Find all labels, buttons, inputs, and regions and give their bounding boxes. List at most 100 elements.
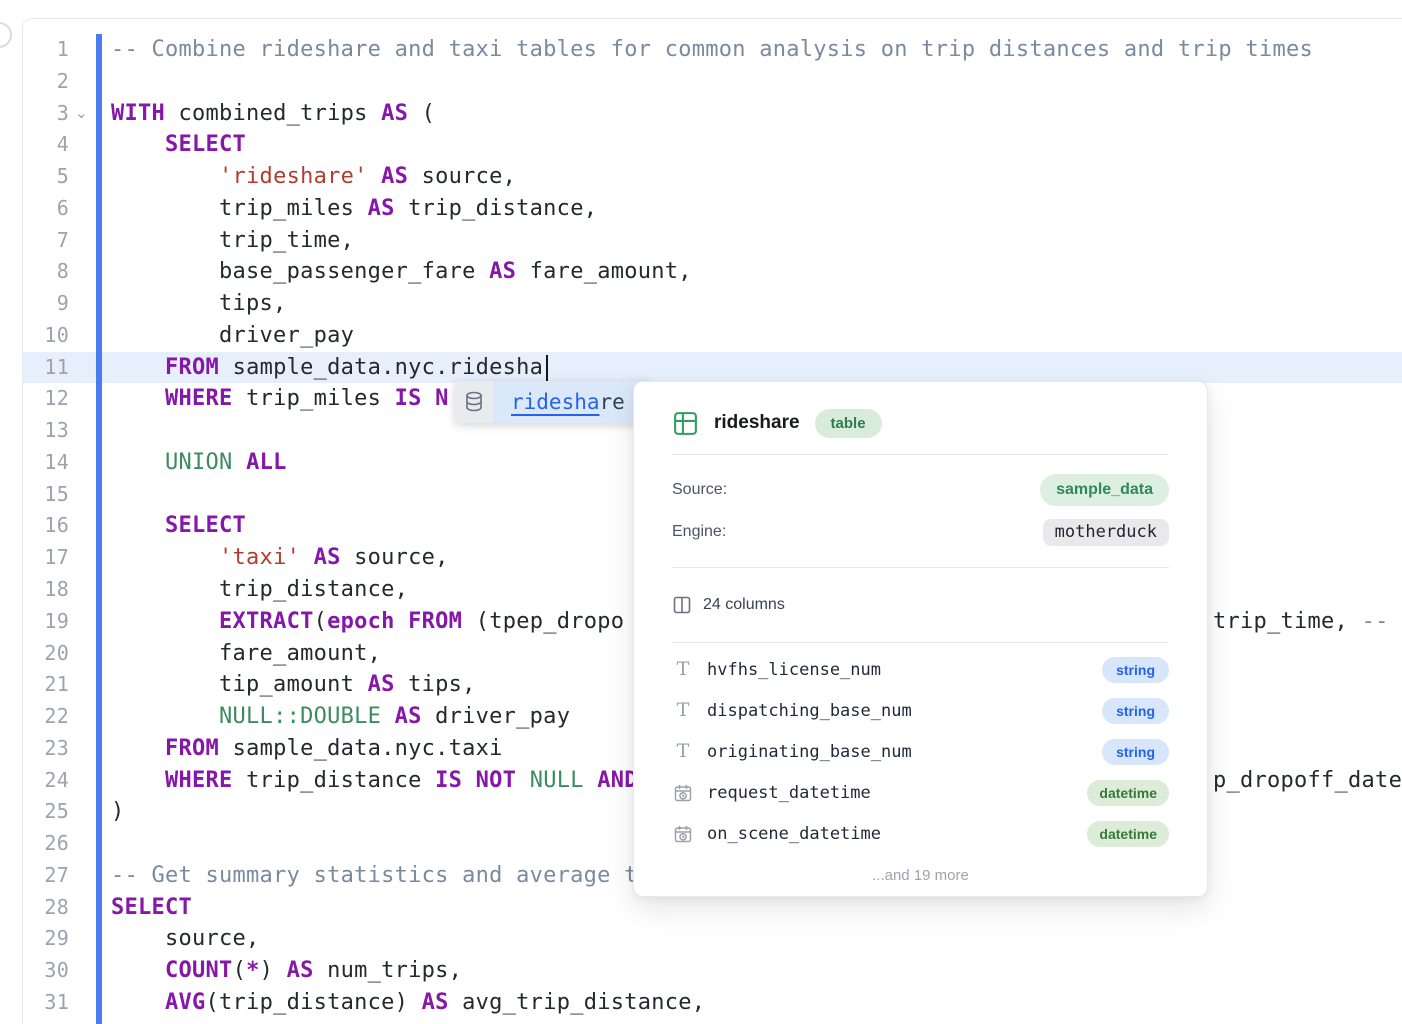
table-type-badge: table <box>815 409 882 438</box>
source-row: Source: sample_data <box>672 469 1169 511</box>
string-type-icon: T <box>672 701 694 720</box>
autocomplete-match-text: ridesha <box>511 390 600 414</box>
line-number[interactable]: 18 <box>23 574 69 606</box>
column-name: hvfhs_license_num <box>707 660 881 680</box>
line-number[interactable]: 32 <box>23 1019 69 1024</box>
line-number[interactable]: 11 <box>23 352 69 384</box>
divider <box>672 454 1169 455</box>
line-number[interactable]: 5 <box>23 161 69 193</box>
column-type-badge: string <box>1102 739 1169 765</box>
code-line[interactable]: 4 SELECT <box>23 129 1402 161</box>
line-number[interactable]: 8 <box>23 256 69 288</box>
code-line[interactable]: 8 base_passenger_fare AS fare_amount, <box>23 256 1402 288</box>
code-line[interactable]: 32 AVG(trip_time) AS avg_trip_time, <box>23 1019 1402 1024</box>
line-number[interactable]: 6 <box>23 193 69 225</box>
column-row: on_scene_datetimedatetime <box>672 813 1169 854</box>
fold-chevron-icon[interactable]: ⌄ <box>75 98 88 130</box>
line-number[interactable]: 16 <box>23 510 69 542</box>
code-line[interactable]: 29 source, <box>23 923 1402 955</box>
line-number[interactable]: 1 <box>23 34 69 66</box>
code-line[interactable]: 5 'rideshare' AS source, <box>23 161 1402 193</box>
string-type-icon: T <box>672 742 694 761</box>
code-text: AVG(trip_distance) AS avg_trip_distance, <box>69 987 705 1019</box>
popup-table-name: rideshare <box>714 412 800 434</box>
columns-icon <box>672 595 692 615</box>
collapsed-panel-handle[interactable] <box>0 22 12 48</box>
source-label: Source: <box>672 481 727 499</box>
more-columns-text: ...and 19 more <box>672 867 1169 884</box>
column-row: request_datetimedatetime <box>672 772 1169 813</box>
code-line[interactable]: 30 COUNT(*) AS num_trips, <box>23 955 1402 987</box>
autocomplete-item-rideshare[interactable]: rideshare <box>493 381 651 423</box>
code-line[interactable]: 3⌄WITH combined_trips AS ( <box>23 98 1402 130</box>
string-type-icon: T <box>672 660 694 679</box>
code-text-continuation: trip_time, -- <box>1213 606 1389 638</box>
line-number[interactable]: 22 <box>23 701 69 733</box>
code-line[interactable]: 10 driver_pay <box>23 320 1402 352</box>
line-number[interactable]: 7 <box>23 225 69 257</box>
autocomplete-dropdown: rideshare <box>455 381 651 423</box>
code-text: FROM sample_data.nyc.taxi <box>69 733 503 765</box>
line-number[interactable]: 28 <box>23 892 69 924</box>
line-number[interactable]: 20 <box>23 638 69 670</box>
line-number[interactable]: 12 <box>23 383 69 415</box>
code-text-continuation: p_dropoff_datet <box>1213 765 1402 797</box>
line-number[interactable]: 24 <box>23 765 69 797</box>
line-number[interactable]: 21 <box>23 669 69 701</box>
line-number[interactable]: 30 <box>23 955 69 987</box>
code-line[interactable]: 1-- Combine rideshare and taxi tables fo… <box>23 34 1402 66</box>
code-text: trip_distance, <box>69 574 408 606</box>
code-text: NULL::DOUBLE AS driver_pay <box>69 701 570 733</box>
line-number[interactable]: 15 <box>23 479 69 511</box>
code-line[interactable]: 2 <box>23 66 1402 98</box>
column-type-badge: datetime <box>1087 821 1169 847</box>
line-number[interactable]: 9 <box>23 288 69 320</box>
line-number[interactable]: 31 <box>23 987 69 1019</box>
line-number[interactable]: 2 <box>23 66 69 98</box>
line-number[interactable]: 29 <box>23 923 69 955</box>
code-text: fare_amount, <box>69 638 381 670</box>
code-text: tip_amount AS tips, <box>69 669 476 701</box>
columns-count-text: 24 columns <box>703 596 785 614</box>
code-line[interactable]: 11 FROM sample_data.nyc.ridesha <box>23 352 1402 384</box>
column-name: dispatching_base_num <box>707 701 912 721</box>
engine-badge: motherduck <box>1043 519 1169 546</box>
code-text: EXTRACT(epoch FROM (tpep_dropo <box>69 606 624 638</box>
code-text: -- Combine rideshare and taxi tables for… <box>69 34 1313 66</box>
column-type-badge: string <box>1102 698 1169 724</box>
code-text: -- Get summary statistics and average t <box>69 860 638 892</box>
line-number[interactable]: 10 <box>23 320 69 352</box>
code-line[interactable]: 9 tips, <box>23 288 1402 320</box>
text-cursor <box>546 355 548 381</box>
line-number[interactable]: 3 <box>23 98 69 130</box>
column-row: Toriginating_base_num string <box>672 731 1169 772</box>
column-type-badge: string <box>1102 657 1169 683</box>
table-info-popup: rideshare table Source: sample_data Engi… <box>633 381 1208 897</box>
column-list: Thvfhs_license_numstringTdispatching_bas… <box>672 649 1169 854</box>
line-number[interactable]: 13 <box>23 415 69 447</box>
code-text: WITH combined_trips AS ( <box>69 98 435 130</box>
column-row: Thvfhs_license_num string <box>672 649 1169 690</box>
line-number[interactable]: 23 <box>23 733 69 765</box>
code-text: FROM sample_data.nyc.ridesha <box>69 352 543 384</box>
code-line[interactable]: 6 trip_miles AS trip_distance, <box>23 193 1402 225</box>
source-badge: sample_data <box>1040 474 1169 506</box>
datetime-type-icon <box>672 824 694 844</box>
line-number[interactable]: 4 <box>23 129 69 161</box>
column-name: originating_base_num <box>707 742 912 762</box>
line-number[interactable]: 26 <box>23 828 69 860</box>
code-text: trip_time, <box>69 225 354 257</box>
line-number[interactable]: 27 <box>23 860 69 892</box>
code-line[interactable]: 7 trip_time, <box>23 225 1402 257</box>
code-line[interactable]: 31 AVG(trip_distance) AS avg_trip_distan… <box>23 987 1402 1019</box>
divider <box>672 642 1169 643</box>
scope-indicator-bar <box>96 34 102 1024</box>
columns-count-row: 24 columns <box>672 582 1169 628</box>
line-number[interactable]: 25 <box>23 796 69 828</box>
engine-label: Engine: <box>672 523 726 541</box>
code-text: COUNT(*) AS num_trips, <box>69 955 462 987</box>
line-number[interactable]: 14 <box>23 447 69 479</box>
line-number[interactable]: 17 <box>23 542 69 574</box>
code-text: 'rideshare' AS source, <box>69 161 516 193</box>
line-number[interactable]: 19 <box>23 606 69 638</box>
